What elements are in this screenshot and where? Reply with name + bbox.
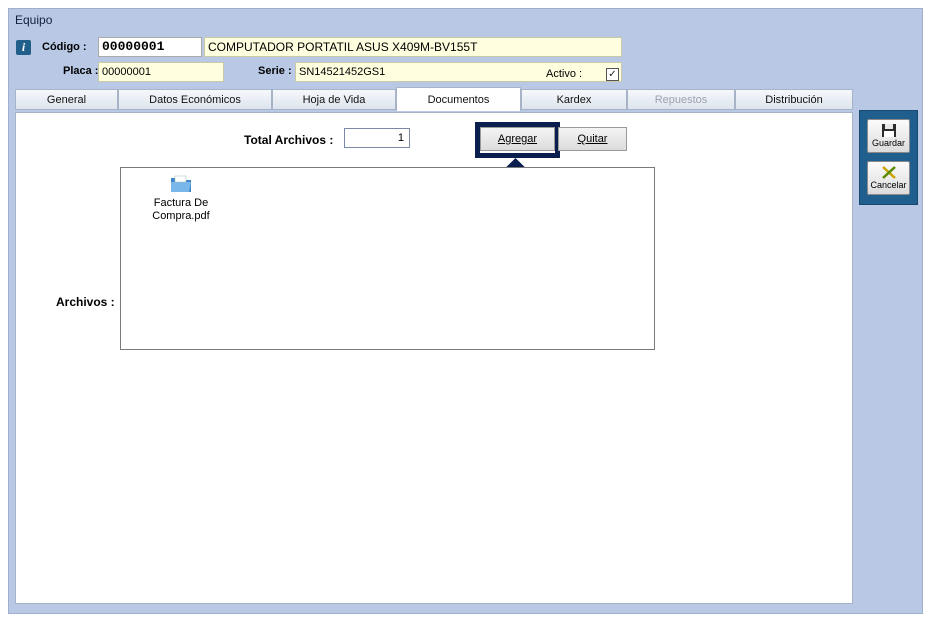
file-item[interactable]: Factura De Compra.pdf xyxy=(141,174,221,223)
info-icon[interactable]: i xyxy=(16,40,31,55)
floppy-disk-icon xyxy=(881,124,896,137)
cancelar-label: Cancelar xyxy=(870,180,907,190)
tab-distribucion[interactable]: Distribución xyxy=(735,89,853,110)
agregar-highlight-frame xyxy=(475,122,560,158)
codigo-field[interactable]: 00000001 xyxy=(98,37,202,57)
cancelar-button[interactable]: Cancelar xyxy=(867,161,910,195)
tab-documentos[interactable]: Documentos xyxy=(396,87,521,111)
tab-hoja-de-vida[interactable]: Hoja de Vida xyxy=(272,89,396,110)
codigo-label: Código : xyxy=(42,41,87,53)
guardar-button[interactable]: Guardar xyxy=(867,119,910,153)
window-title: Equipo xyxy=(15,13,53,27)
file-name-line2: Compra.pdf xyxy=(152,210,210,222)
description-field[interactable]: COMPUTADOR PORTATIL ASUS X409M-BV155T xyxy=(204,37,622,57)
guardar-label: Guardar xyxy=(871,138,906,148)
archivos-label: Archivos : xyxy=(56,295,115,309)
cancel-x-icon xyxy=(881,166,896,179)
file-name-line1: Factura De xyxy=(153,197,209,209)
quitar-button-label: Quitar xyxy=(577,133,608,145)
placa-field[interactable]: 00000001 xyxy=(98,62,224,82)
documentos-panel: Total Archivos : 1 Agregar Quitar A Arch… xyxy=(15,112,853,604)
tab-general[interactable]: General xyxy=(15,89,118,110)
side-actions-panel: Guardar Cancelar xyxy=(859,110,918,205)
activo-label: Activo : xyxy=(546,68,583,80)
archivos-list[interactable]: Factura De Compra.pdf xyxy=(120,167,655,350)
tab-datos-economicos[interactable]: Datos Económicos xyxy=(118,89,272,110)
quitar-button[interactable]: Quitar xyxy=(558,127,627,151)
tab-kardex[interactable]: Kardex xyxy=(521,89,627,110)
total-archivos-field[interactable]: 1 xyxy=(344,128,410,148)
tab-strip: General Datos Económicos Hoja de Vida Do… xyxy=(15,87,853,111)
folder-icon xyxy=(171,175,191,192)
tab-repuestos: Repuestos xyxy=(627,89,735,110)
serie-label: Serie : xyxy=(258,65,292,77)
placa-label: Placa : xyxy=(63,65,99,77)
total-archivos-label: Total Archivos : xyxy=(244,133,334,147)
equipo-window: Equipo i Código : 00000001 COMPUTADOR PO… xyxy=(8,8,923,614)
activo-checkbox[interactable]: ✓ xyxy=(606,68,619,81)
